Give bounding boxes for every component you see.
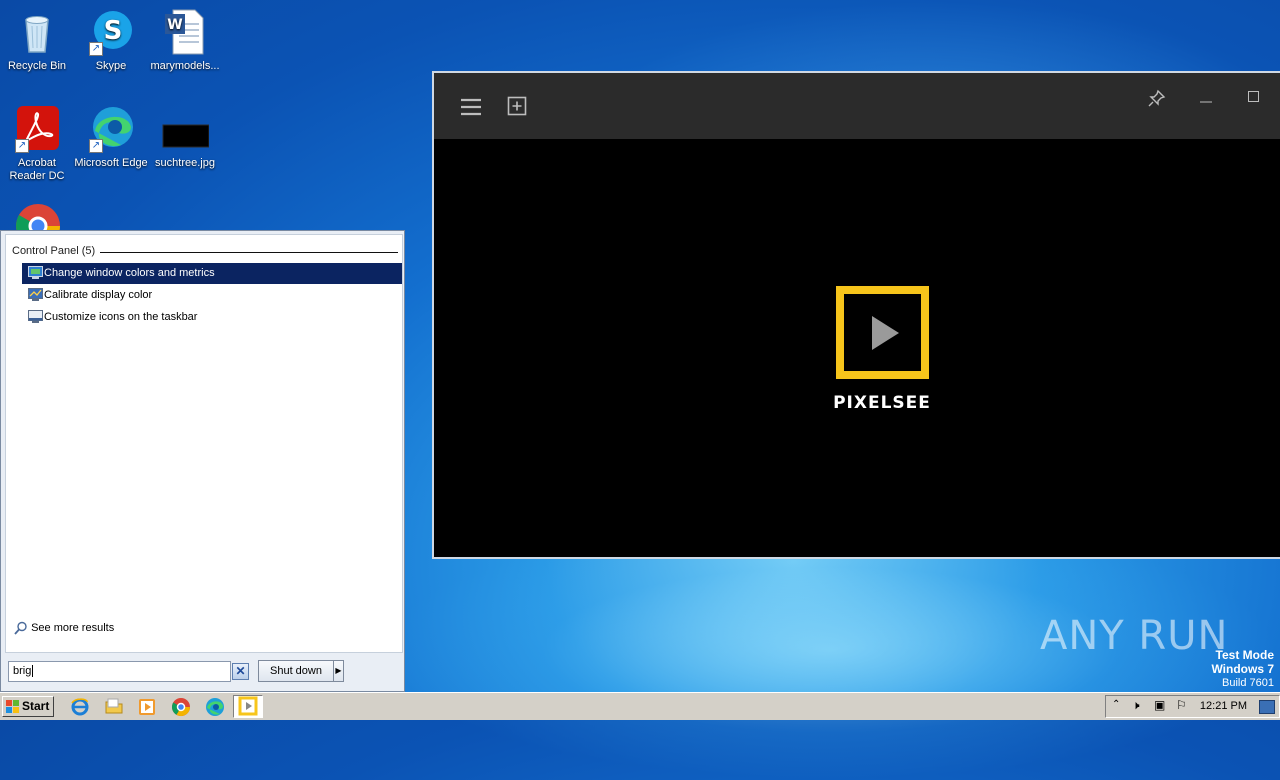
desktop-icon-label: Acrobat Reader DC	[9, 157, 65, 182]
see-more-results-link[interactable]: See more results	[14, 621, 114, 635]
action-center-flag-icon[interactable]: ⚐	[1176, 698, 1187, 712]
result-calibrate-display-color[interactable]: Calibrate display color	[22, 285, 402, 306]
desktop-icon-label: suchtree.jpg	[155, 157, 215, 169]
calibrate-icon	[28, 288, 43, 301]
desktop-icon-label: Microsoft Edge	[74, 157, 148, 169]
show-hidden-icons-icon[interactable]: ⌃	[1112, 699, 1120, 710]
edge-icon[interactable]	[205, 697, 225, 717]
pixelsee-icon[interactable]	[233, 695, 263, 718]
section-divider	[100, 252, 398, 253]
desktop-icon-acrobat-reader[interactable]: ↗ Acrobat Reader DC	[0, 105, 74, 183]
anyrun-watermark: ANY RUN	[1040, 613, 1229, 659]
desktop-icon-recycle-bin[interactable]: Recycle Bin	[0, 8, 74, 73]
chrome-icon[interactable]	[171, 697, 191, 717]
taskbar-icon	[28, 310, 43, 323]
internet-explorer-icon[interactable]	[70, 697, 90, 717]
desktop-icon-skype[interactable]: S ↗ Skype	[74, 8, 148, 73]
chrome-desktop-icon[interactable]	[14, 202, 62, 232]
system-tray: ⌃ 🕨 ▣ ⚐ 12:21 PM	[1105, 695, 1280, 718]
search-icon	[14, 621, 27, 635]
clear-search-button[interactable]: ✕	[232, 663, 249, 680]
network-icon[interactable]: ▣	[1154, 698, 1165, 712]
desktop-icon-image-file[interactable]: suchtree.jpg	[148, 105, 222, 170]
show-desktop-icon[interactable]	[1259, 700, 1275, 714]
volume-icon[interactable]: 🕨	[1132, 698, 1140, 713]
pixelsee-logo	[836, 286, 929, 379]
desktop-icon-label: marymodels...	[150, 60, 220, 72]
explorer-folder-icon[interactable]	[104, 697, 124, 717]
start-button[interactable]: Start	[2, 696, 54, 717]
svg-text:S: S	[104, 16, 123, 46]
desktop-icon-label: Recycle Bin	[7, 60, 67, 72]
minimize-icon[interactable]	[1200, 95, 1212, 103]
windows-flag-icon	[6, 700, 19, 713]
result-change-window-colors[interactable]: Change window colors and metrics	[22, 263, 402, 284]
maximize-icon[interactable]	[1248, 91, 1260, 103]
display-color-icon	[28, 266, 43, 279]
svg-text:W: W	[167, 17, 182, 33]
pixelsee-brand-text: PIXELSEE	[833, 393, 931, 413]
chevron-right-icon: ▶	[335, 666, 342, 675]
shortcut-arrow-icon: ↗	[89, 139, 103, 153]
pixelsee-titlebar	[434, 73, 1280, 139]
test-mode-watermark: Test Mode Windows 7 Build 7601	[1211, 648, 1274, 689]
start-search-input[interactable]: brig	[8, 661, 231, 682]
desktop-icon-label: Skype	[95, 60, 127, 72]
play-icon	[872, 316, 899, 350]
close-icon: ✕	[235, 664, 246, 678]
media-player-icon[interactable]	[137, 697, 157, 717]
pin-icon[interactable]	[1148, 89, 1166, 107]
result-customize-taskbar-icons[interactable]: Customize icons on the taskbar	[22, 307, 402, 328]
shutdown-options-button[interactable]: ▶	[333, 660, 344, 682]
add-file-icon[interactable]	[507, 96, 527, 116]
hamburger-menu-icon[interactable]	[460, 97, 482, 117]
taskbar: Start ⌃ 🕨 ▣ ⚐ 12:21 PM	[0, 692, 1280, 720]
start-menu: Control Panel (5) Change window colors a…	[0, 230, 405, 692]
shutdown-button[interactable]: Shut down	[258, 660, 334, 682]
desktop-icon-edge[interactable]: ↗ Microsoft Edge	[74, 105, 148, 170]
image-file-icon	[161, 105, 210, 153]
pixelsee-window: PIXELSEE	[432, 71, 1280, 559]
clock[interactable]: 12:21 PM	[1200, 700, 1247, 712]
search-results-pane: Control Panel (5) Change window colors a…	[5, 234, 403, 653]
results-section-header: Control Panel (5)	[12, 245, 96, 257]
shortcut-arrow-icon: ↗	[15, 139, 29, 153]
text-cursor	[32, 665, 34, 677]
recycle-bin-icon	[13, 8, 61, 56]
desktop-icon-word-document[interactable]: W marymodels...	[148, 8, 222, 73]
edge-icon: ↗	[87, 105, 135, 153]
chrome-icon	[16, 204, 60, 232]
shortcut-arrow-icon: ↗	[89, 42, 103, 56]
skype-icon: S ↗	[87, 8, 135, 56]
acrobat-reader-icon: ↗	[13, 105, 61, 153]
word-document-icon: W	[161, 8, 209, 56]
